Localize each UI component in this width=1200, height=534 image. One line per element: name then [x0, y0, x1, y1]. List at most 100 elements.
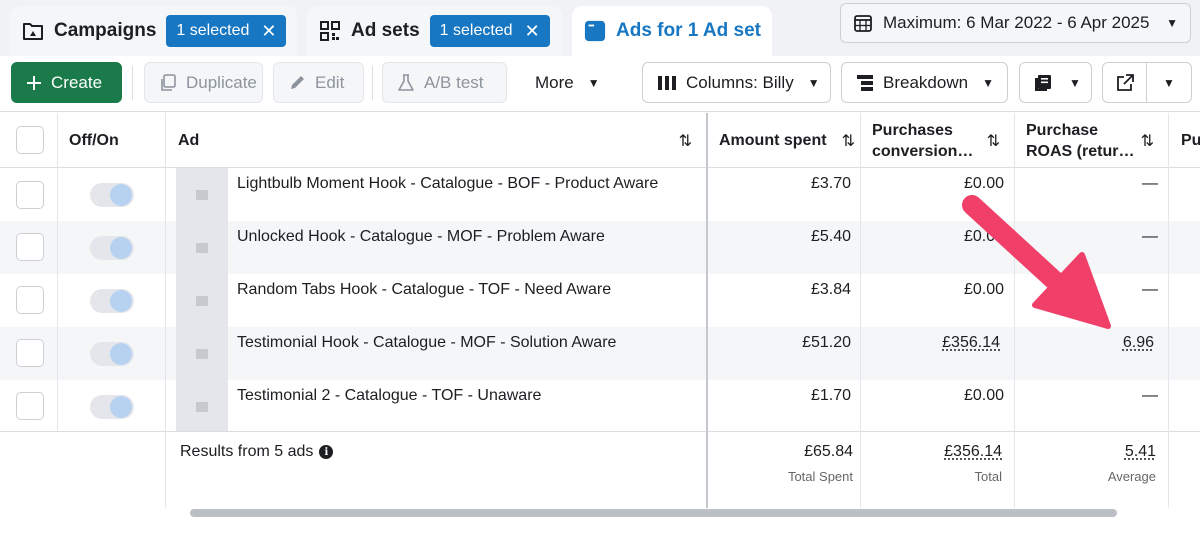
chevron-down-icon: ▼: [587, 75, 600, 90]
row-checkbox[interactable]: [16, 233, 44, 261]
table-row[interactable]: Testimonial Hook - Catalogue - MOF - Sol…: [0, 327, 1200, 380]
header-next-label: Pu: [1181, 131, 1200, 149]
row-checkbox[interactable]: [16, 339, 44, 367]
purchases-conversion-cell: £0.00: [963, 228, 1004, 245]
image-icon: [196, 189, 208, 200]
tab-campaigns[interactable]: Campaigns 1 selected ✕: [10, 6, 297, 56]
table-row[interactable]: Random Tabs Hook - Catalogue - TOF - Nee…: [0, 274, 1200, 327]
date-range-label: Maximum: 6 Mar 2022 - 6 Apr 2025: [883, 13, 1150, 32]
header-amount-spent[interactable]: Amount spent ⇅: [719, 113, 865, 168]
sort-icon[interactable]: ⇅: [842, 131, 855, 151]
purchase-roas-cell: —: [1142, 228, 1158, 245]
select-all-checkbox[interactable]: [16, 126, 44, 154]
total-conversion-label: Total: [974, 469, 1002, 484]
frozen-column-divider[interactable]: [706, 113, 708, 508]
export-button[interactable]: [1102, 62, 1147, 103]
column-divider: [1168, 113, 1169, 508]
total-conversion-value[interactable]: £356.14: [944, 443, 1002, 461]
ad-toggle[interactable]: [90, 342, 134, 366]
sort-icon[interactable]: ⇅: [1141, 131, 1154, 152]
sort-icon[interactable]: ⇅: [987, 131, 1000, 152]
info-icon[interactable]: i: [319, 445, 334, 459]
tab-campaigns-label: Campaigns: [54, 20, 157, 41]
breakdown-button-label: Breakdown: [883, 72, 969, 92]
table-row[interactable]: Unlocked Hook - Catalogue - MOF - Proble…: [0, 221, 1200, 274]
duplicate-button[interactable]: Duplicate: [144, 62, 263, 103]
chevron-down-icon: ▼: [1166, 16, 1178, 30]
export-menu-button[interactable]: ▼: [1146, 62, 1192, 103]
row-checkbox[interactable]: [16, 181, 44, 209]
ad-name[interactable]: Testimonial Hook - Catalogue - MOF - Sol…: [237, 334, 616, 352]
header-next-column[interactable]: Pu: [1181, 113, 1200, 168]
purchases-conversion-cell[interactable]: £356.14: [942, 334, 1000, 352]
toggle-knob: [110, 184, 132, 206]
ad-toggle[interactable]: [90, 236, 134, 260]
amount-spent-cell: £5.40: [810, 228, 851, 245]
horizontal-scrollbar[interactable]: [190, 509, 1117, 517]
adsets-selected-pill[interactable]: 1 selected ✕: [429, 15, 550, 47]
header-purchases-line2: conversion…: [872, 142, 974, 160]
header-purchase-roas[interactable]: Purchase ROAS (retur… ⇅: [1026, 113, 1168, 168]
more-button[interactable]: More ▼: [520, 62, 620, 103]
column-divider: [165, 113, 166, 508]
create-button-label: Create: [51, 72, 103, 92]
ad-toggle[interactable]: [90, 289, 134, 313]
ad-name[interactable]: Testimonial 2 - Catalogue - TOF - Unawar…: [237, 387, 541, 405]
header-ad[interactable]: Ad ⇅: [178, 113, 706, 168]
average-roas-value[interactable]: 5.41: [1125, 443, 1156, 461]
ad-name[interactable]: Lightbulb Moment Hook - Catalogue - BOF …: [237, 175, 658, 193]
tab-ad-sets[interactable]: Ad sets 1 selected ✕: [307, 6, 562, 56]
toggle-knob: [110, 396, 132, 418]
tab-ads[interactable]: Ads for 1 Ad set: [572, 6, 772, 56]
ad-toggle[interactable]: [90, 183, 134, 207]
ab-test-button-label: A/B test: [424, 72, 484, 92]
header-ad-label: Ad: [178, 131, 200, 149]
chevron-down-icon: ▼: [1163, 75, 1175, 90]
edit-button[interactable]: Edit: [273, 62, 364, 103]
toggle-knob: [110, 343, 132, 365]
purchase-roas-cell[interactable]: 6.96: [1123, 334, 1154, 352]
amount-spent-cell: £3.70: [810, 175, 851, 192]
ads-table: Off/On Ad ⇅ Amount spent ⇅ Purchases con…: [0, 113, 1200, 508]
ad-name[interactable]: Random Tabs Hook - Catalogue - TOF - Nee…: [237, 281, 611, 299]
campaigns-selected-pill[interactable]: 1 selected ✕: [166, 15, 287, 47]
edit-button-label: Edit: [315, 72, 345, 92]
toolbar-divider: [132, 66, 133, 100]
clear-adsets-selection-icon[interactable]: ✕: [525, 22, 540, 40]
ad-thumbnail: [176, 327, 228, 380]
create-button[interactable]: Create: [11, 62, 122, 103]
chevron-down-icon: ▼: [982, 75, 994, 90]
row-checkbox[interactable]: [16, 286, 44, 314]
header-off-on[interactable]: Off/On: [69, 113, 119, 168]
image-icon: [196, 401, 208, 412]
ad-name[interactable]: Unlocked Hook - Catalogue - MOF - Proble…: [237, 228, 605, 246]
amount-spent-cell: £1.70: [810, 387, 851, 404]
ad-window-icon: [584, 20, 606, 42]
purchase-roas-cell: —: [1142, 281, 1158, 298]
table-row[interactable]: Lightbulb Moment Hook - Catalogue - BOF …: [0, 168, 1200, 221]
reports-icon: [1034, 73, 1054, 93]
sort-icon[interactable]: ⇅: [679, 131, 692, 151]
duplicate-icon: [159, 73, 177, 92]
duplicate-button-label: Duplicate: [186, 72, 257, 92]
total-spent-value: £65.84: [804, 443, 853, 460]
reports-button[interactable]: ▼: [1019, 62, 1092, 103]
ad-toggle[interactable]: [90, 395, 134, 419]
date-range-picker[interactable]: Maximum: 6 Mar 2022 - 6 Apr 2025 ▼: [840, 3, 1191, 43]
purchase-roas-cell: —: [1142, 387, 1158, 404]
row-checkbox[interactable]: [16, 392, 44, 420]
column-divider: [1014, 113, 1015, 508]
toggle-knob: [110, 290, 132, 312]
header-purchases-conversion[interactable]: Purchases conversion… ⇅: [872, 113, 1014, 168]
columns-button[interactable]: Columns: Billy ▼: [642, 62, 831, 103]
folder-icon: [22, 20, 44, 42]
results-summary: Results from 5 ads i: [180, 443, 334, 461]
campaigns-selected-count: 1 selected: [176, 22, 250, 39]
breakdown-button[interactable]: Breakdown ▼: [841, 62, 1008, 103]
header-roas-line1: Purchase: [1026, 121, 1099, 139]
columns-icon: [657, 75, 677, 91]
clear-campaigns-selection-icon[interactable]: ✕: [261, 22, 276, 40]
calendar-icon: [853, 13, 873, 33]
table-row[interactable]: Testimonial 2 - Catalogue - TOF - Unawar…: [0, 380, 1200, 433]
ab-test-button[interactable]: A/B test: [382, 62, 507, 103]
